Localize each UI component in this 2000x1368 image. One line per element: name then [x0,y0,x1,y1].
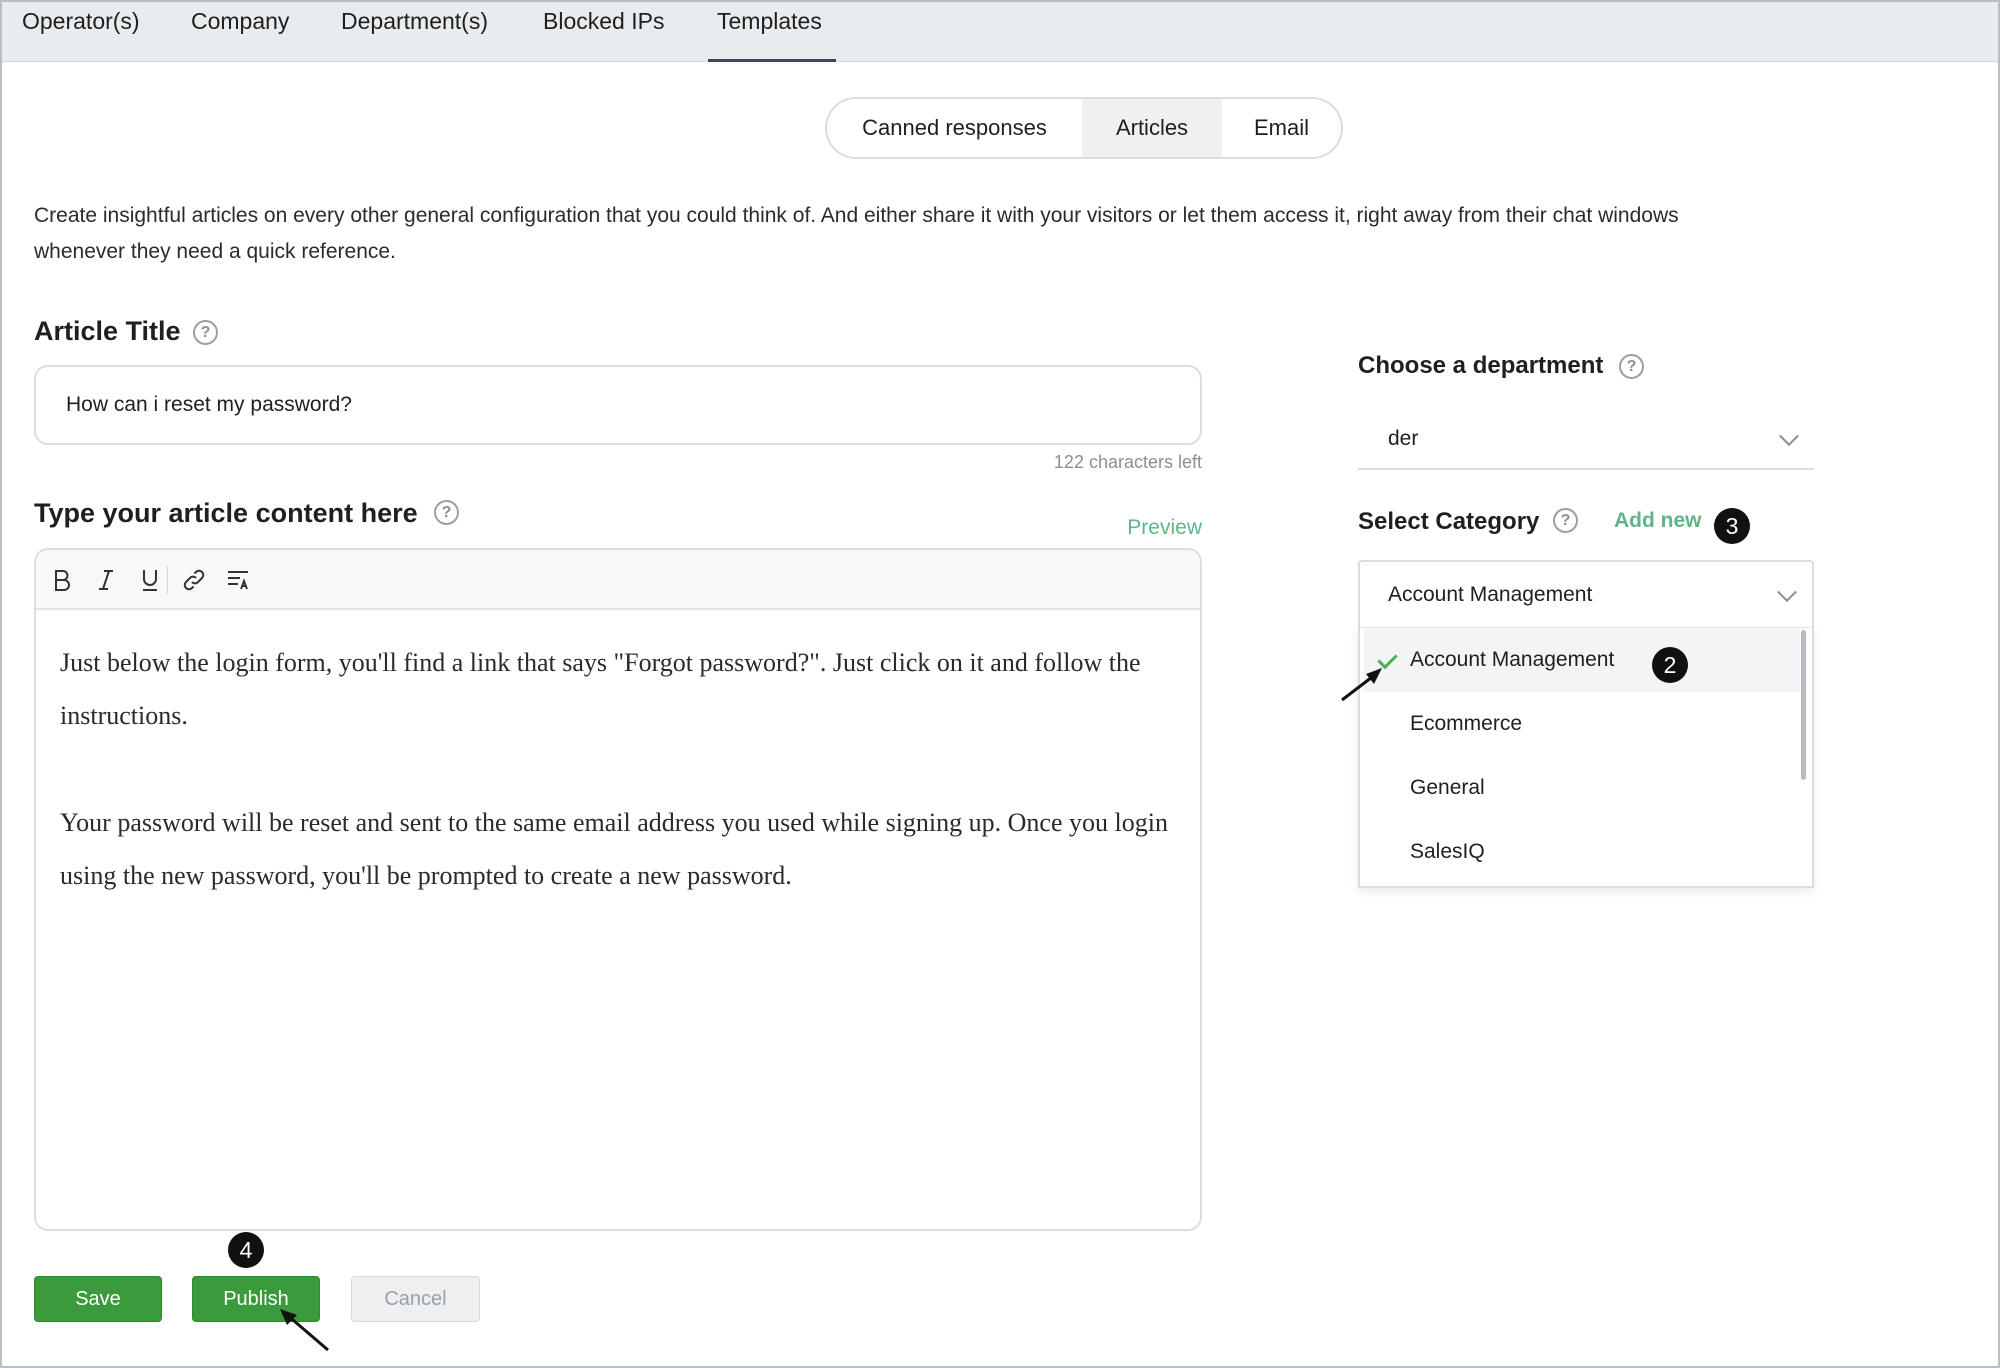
category-option-salesiq[interactable]: SalesIQ [1364,820,1800,884]
category-option-general[interactable]: General [1364,756,1800,820]
page-description: Create insightful articles on every othe… [34,204,1679,263]
article-content-label: Type your article content here [34,498,418,528]
help-icon[interactable]: ? [434,500,459,525]
help-icon[interactable]: ? [1553,508,1578,533]
nav-tab-blocked-ips[interactable]: Blocked IPs [543,8,664,62]
article-title-label: Article Title [34,316,181,346]
underline-icon[interactable] [134,564,166,596]
nav-tab-templates[interactable]: Templates [708,8,836,62]
cancel-button[interactable]: Cancel [351,1276,480,1322]
segment-email[interactable]: Email [1222,99,1341,157]
nav-tab-departments[interactable]: Department(s) [341,8,488,62]
editor-content[interactable]: Just below the login form, you'll find a… [36,610,1200,1229]
help-icon[interactable]: ? [193,320,218,345]
pointer-arrow-icon [280,1309,329,1352]
add-new-category-link[interactable]: Add new [1614,509,1702,533]
article-title-input[interactable] [34,365,1202,445]
chevron-down-icon [1777,581,1797,602]
template-type-switcher: Canned responses Articles Email [825,97,1343,159]
pointer-arrow-icon [1341,668,1382,702]
bold-icon[interactable] [46,564,78,596]
nav-tab-company[interactable]: Company [191,8,289,62]
chevron-down-icon [1779,426,1799,447]
characters-left: 122 characters left [1053,452,1202,472]
dropdown-scrollbar[interactable] [1801,630,1806,780]
top-nav: Operator(s) Company Department(s) Blocke… [2,2,1998,62]
segment-canned-responses[interactable]: Canned responses [827,99,1082,157]
italic-icon[interactable] [90,564,122,596]
step-badge-2: 2 [1652,647,1688,683]
rich-text-editor: Just below the login form, you'll find a… [34,548,1202,1231]
category-select[interactable]: Account Management [1358,560,1814,628]
category-label: Select Category [1358,508,1540,535]
department-label: Choose a department [1358,352,1604,379]
category-option-account-management[interactable]: Account Management [1364,628,1800,692]
save-button[interactable]: Save [34,1276,162,1322]
help-icon[interactable]: ? [1619,354,1644,379]
step-badge-4: 4 [228,1232,264,1268]
category-option-ecommerce[interactable]: Ecommerce [1364,692,1800,756]
link-icon[interactable] [178,564,210,596]
content-paragraph: Just below the login form, you'll find a… [60,648,1141,730]
segment-articles[interactable]: Articles [1082,99,1222,157]
format-options-icon[interactable] [222,564,254,596]
editor-toolbar [36,550,1200,610]
category-dropdown: Account Management Ecommerce General Sal… [1358,628,1814,888]
content-paragraph: Your password will be reset and sent to … [60,808,1168,890]
nav-tab-operators[interactable]: Operator(s) [22,8,140,62]
department-value: der [1388,427,1419,450]
toolbar-divider [167,566,168,594]
preview-link[interactable]: Preview [1080,516,1202,540]
step-badge-3: 3 [1714,508,1750,544]
category-value: Account Management [1388,582,1593,606]
department-select[interactable]: der [1358,410,1814,470]
